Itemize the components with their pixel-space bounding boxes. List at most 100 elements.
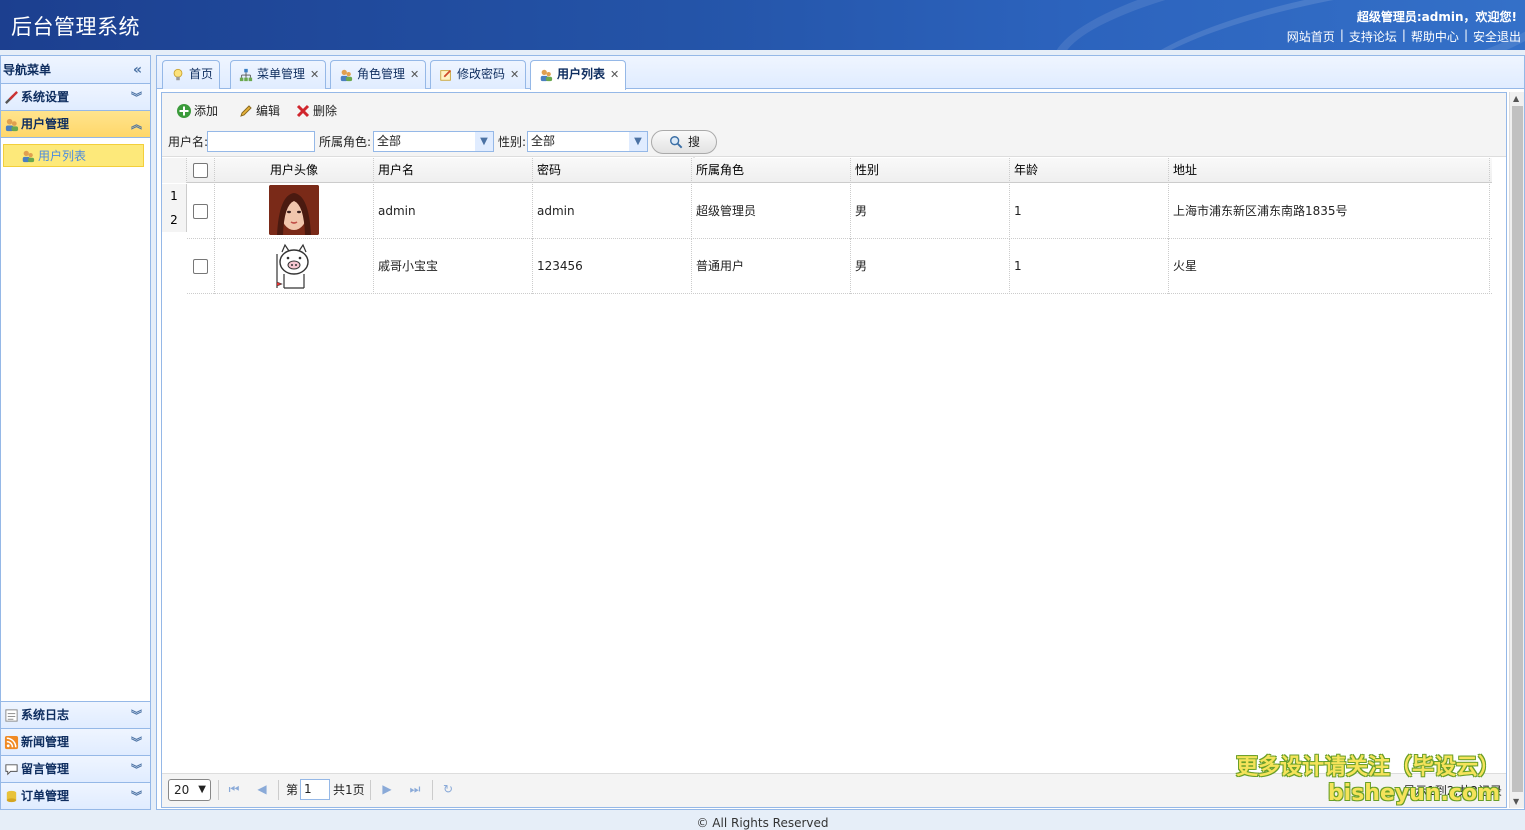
users-icon (340, 69, 353, 82)
chevron-down-icon: ▼ (198, 784, 206, 795)
chevron-down-icon: ▼ (629, 132, 647, 151)
toolbar: 添加 编辑 删除 用户名: 所属角色: 全部 ▼ 性别: 全部 ▼ 搜 (162, 93, 1506, 171)
add-icon (177, 104, 191, 118)
link-site-home[interactable]: 网站首页 (1287, 28, 1335, 45)
gender-cell: 男 (851, 184, 1010, 239)
app-title: 后台管理系统 (11, 15, 140, 39)
delete-label: 删除 (313, 104, 338, 118)
role-select-value: 全部 (377, 134, 402, 148)
first-page-icon[interactable]: ⏮ (226, 781, 242, 797)
role-cell: 普通用户 (692, 239, 851, 294)
rss-icon (4, 735, 19, 750)
collapse-left-icon[interactable]: « (133, 56, 142, 84)
nav-panel-system-settings[interactable]: 系统设置 ︾ (1, 84, 150, 111)
link-help[interactable]: 帮助中心 (1411, 28, 1459, 45)
nav-panel-label: 系统设置 (21, 90, 70, 104)
col-header-password[interactable]: 密码 (533, 158, 692, 183)
log-icon (5, 709, 18, 722)
row-select-cell (187, 239, 215, 294)
divider (278, 780, 279, 800)
nav-panel-system-log[interactable]: 系统日志 ︾ (1, 701, 150, 728)
close-icon[interactable]: ✕ (410, 68, 419, 81)
tab-home[interactable]: 首页 (162, 60, 221, 89)
col-header-address[interactable]: 地址 (1169, 158, 1490, 183)
col-header-role[interactable]: 所属角色 (692, 158, 851, 183)
tab-user-list[interactable]: 用户列表 ✕ (530, 60, 627, 90)
username-input[interactable] (207, 131, 315, 152)
chevron-down-icon: ︾ (131, 736, 142, 749)
lightbulb-icon (173, 68, 183, 81)
nav-panel-user-management[interactable]: 用户管理 ︽ (1, 111, 150, 138)
footer-copyright: © All Rights Reserved (696, 816, 829, 830)
tab-role-management[interactable]: 角色管理 ✕ (330, 60, 427, 89)
table-row[interactable]: 戚哥小宝宝 123456 普通用户 男 1 火星 (187, 239, 1492, 294)
close-icon[interactable]: ✕ (310, 68, 319, 81)
nav-header-label: 导航菜单 (3, 63, 52, 77)
nav-panel-messages[interactable]: 留言管理 ︾ (1, 755, 150, 782)
content-scrollbar[interactable]: ▲ ▼ (1509, 92, 1524, 808)
last-page-icon[interactable]: ⏭ (407, 781, 423, 797)
table-row[interactable]: admin admin 超级管理员 男 1 上海市浦东新区浦东南路1835号 (187, 184, 1492, 239)
scroll-thumb[interactable] (1512, 106, 1523, 792)
page-size-select[interactable]: 20 ▼ (168, 779, 211, 801)
password-cell: 123456 (533, 239, 692, 294)
chevron-down-icon: ︾ (131, 790, 142, 803)
age-cell: 1 (1010, 184, 1169, 239)
delete-button[interactable]: 删除 (295, 101, 337, 121)
main-panel: 首页 菜单管理 ✕ 角色管理 ✕ 修改密码 ✕ 用户列表 ✕ 添加 编辑 删除 … (156, 55, 1525, 810)
col-header-age[interactable]: 年龄 (1010, 158, 1169, 183)
nav-item-label: 用户列表 (38, 149, 87, 163)
nav-panel-orders[interactable]: 订单管理 ︾ (1, 782, 150, 809)
col-header-avatar[interactable]: 用户头像 (215, 158, 374, 183)
edit-button[interactable]: 编辑 (238, 101, 280, 121)
select-all-checkbox[interactable] (193, 163, 208, 178)
add-button[interactable]: 添加 (176, 101, 218, 121)
row-checkbox[interactable] (193, 204, 208, 219)
row-number: 1 (162, 184, 187, 208)
tab-menu-management[interactable]: 菜单管理 ✕ (230, 60, 327, 89)
col-header-username[interactable]: 用户名 (374, 158, 533, 183)
watermark-line1: 更多设计请关注（毕设云） (1235, 755, 1500, 780)
nav-panel-label: 留言管理 (21, 762, 70, 776)
username-cell: 戚哥小宝宝 (374, 239, 533, 294)
close-icon[interactable]: ✕ (610, 68, 619, 81)
chevron-up-icon: ︽ (131, 118, 142, 131)
avatar-cell (215, 239, 374, 294)
next-page-icon[interactable]: ▶ (379, 781, 395, 797)
edit-doc-icon (440, 70, 451, 81)
nav-panel-news[interactable]: 新闻管理 ︾ (1, 728, 150, 755)
delete-icon (296, 104, 310, 118)
tab-change-password[interactable]: 修改密码 ✕ (430, 60, 527, 89)
row-number: 2 (162, 208, 187, 232)
chevron-down-icon: ︾ (131, 763, 142, 776)
role-select[interactable]: 全部 ▼ (373, 131, 494, 152)
tab-label: 菜单管理 (257, 67, 306, 81)
gender-select[interactable]: 全部 ▼ (527, 131, 648, 152)
watermark: 更多设计请关注（毕设云） bisheyun.com (1236, 749, 1500, 806)
age-cell: 1 (1010, 239, 1169, 294)
username-cell: admin (374, 184, 533, 239)
nav-header: 导航菜单 « (1, 56, 150, 84)
page-number-value: 1 (304, 782, 312, 796)
page-prefix: 第 (286, 783, 299, 797)
header-links: 网站首页 | 支持论坛 | 帮助中心 | 安全退出 (1286, 28, 1521, 45)
col-header-gender[interactable]: 性别 (851, 158, 1010, 183)
link-forum[interactable]: 支持论坛 (1349, 28, 1397, 45)
scroll-down-icon[interactable]: ▼ (1513, 797, 1519, 806)
row-checkbox[interactable] (193, 259, 208, 274)
prev-page-icon[interactable]: ◀ (254, 781, 270, 797)
nav-panel-label: 订单管理 (21, 789, 70, 803)
refresh-icon[interactable]: ↻ (440, 781, 456, 797)
users-icon (5, 118, 19, 132)
close-icon[interactable]: ✕ (510, 68, 519, 81)
page-size-value: 20 (174, 783, 190, 797)
page-number-input[interactable]: 1 (300, 779, 330, 800)
link-logout[interactable]: 安全退出 (1473, 28, 1521, 45)
search-icon (670, 136, 683, 149)
nav-item-user-list[interactable]: 用户列表 (3, 144, 144, 167)
scroll-up-icon[interactable]: ▲ (1513, 94, 1519, 103)
divider (218, 780, 219, 800)
tab-label: 角色管理 (357, 67, 406, 81)
chevron-down-icon: ︾ (131, 91, 142, 104)
search-button[interactable]: 搜索 (651, 130, 718, 171)
